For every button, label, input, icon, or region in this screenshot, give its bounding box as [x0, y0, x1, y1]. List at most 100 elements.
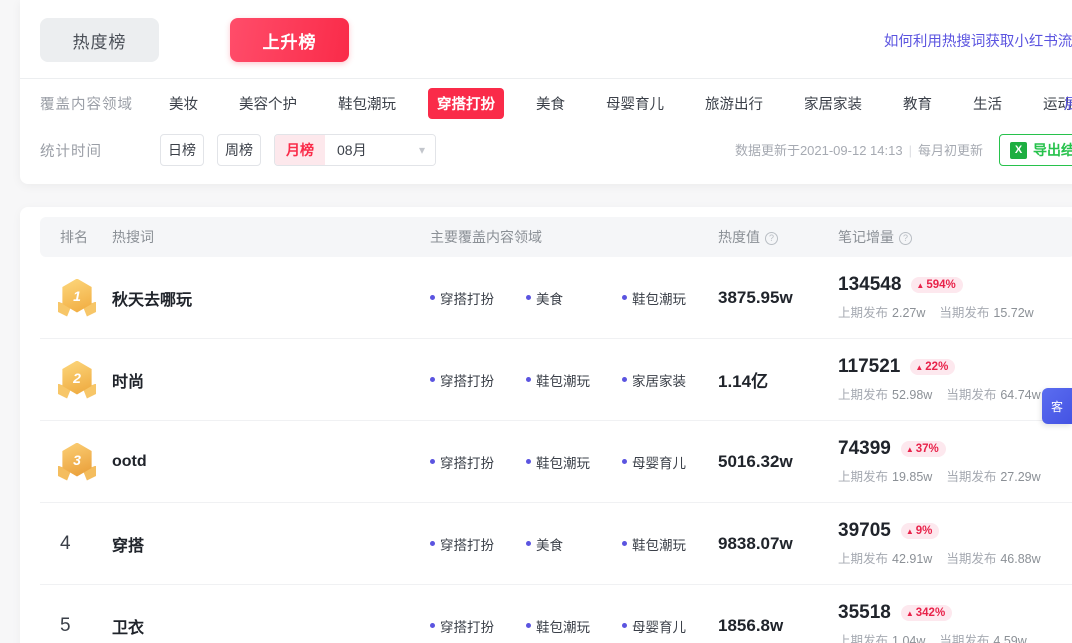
growth-percent: 342% — [916, 607, 945, 619]
tab-hot-ranking-label: 热度榜 — [73, 28, 127, 53]
bullet-icon — [622, 295, 627, 300]
keyword-cell[interactable]: ootd — [112, 453, 430, 471]
growth-badge: ▲9% — [901, 523, 940, 539]
tab-hot-ranking[interactable]: 热度榜 — [40, 18, 159, 62]
domain-tag: 鞋包潮玩 — [622, 534, 718, 554]
table-row[interactable]: 3ootd穿搭打扮鞋包潮玩母婴育儿5016.32w74399▲37%上期发布19… — [40, 421, 1072, 503]
domain-tag-label: 穿搭打扮 — [440, 370, 494, 390]
category-item-8[interactable]: 教育 — [894, 88, 941, 119]
domain-tags-cell: 穿搭打扮 鞋包潮玩家居家装 — [430, 370, 718, 390]
header-notes-label: 笔记增量 — [838, 229, 894, 245]
prev-period-value: 1.04w — [892, 634, 925, 643]
help-icon[interactable]: ? — [765, 232, 778, 245]
prev-period-value: 52.98w — [892, 388, 932, 402]
table-row[interactable]: 5卫衣穿搭打扮鞋包潮玩母婴育儿1856.8w35518▲342%上期发布1.04… — [40, 585, 1072, 643]
domain-tag-label: 家居家装 — [632, 370, 686, 390]
prev-period-label: 上期发布 — [838, 634, 888, 643]
daily-range-button[interactable]: 日榜 — [160, 134, 204, 166]
domain-tag: 鞋包潮玩 — [526, 370, 622, 390]
bullet-icon — [526, 623, 531, 628]
monthly-range-button[interactable]: 月榜 — [275, 134, 325, 166]
keyword-cell[interactable]: 穿搭 — [112, 532, 430, 556]
bullet-icon — [622, 377, 627, 382]
category-filter-label: 覆盖内容领域 — [40, 93, 160, 114]
category-item-5[interactable]: 母婴育儿 — [597, 88, 673, 119]
expand-categories-button[interactable]: 展开 — [1064, 93, 1072, 114]
bullet-icon — [622, 623, 627, 628]
category-item-4[interactable]: 美食 — [527, 88, 574, 119]
category-item-2[interactable]: 鞋包潮玩 — [329, 88, 405, 119]
floating-service-tab[interactable]: 客 — [1042, 388, 1072, 424]
bullet-icon — [526, 541, 531, 546]
bullet-icon — [622, 459, 627, 464]
notes-increment: 74399 — [838, 438, 891, 460]
domain-tags-cell: 穿搭打扮 美食鞋包潮玩 — [430, 534, 718, 554]
growth-percent: 594% — [926, 279, 955, 291]
curr-period-value: 27.29w — [1000, 470, 1040, 484]
curr-period-label: 当期发布 — [946, 552, 996, 566]
arrow-up-icon: ▲ — [906, 445, 914, 454]
curr-period-value: 64.74w — [1000, 388, 1040, 402]
heat-value: 1.14亿 — [718, 367, 838, 392]
keyword-cell[interactable]: 秋天去哪玩 — [112, 286, 430, 310]
bullet-icon — [430, 541, 435, 546]
curr-period-value: 4.59w — [993, 634, 1026, 643]
keyword-cell[interactable]: 时尚 — [112, 368, 430, 392]
arrow-up-icon: ▲ — [906, 609, 914, 618]
growth-percent: 37% — [916, 443, 939, 455]
excel-icon: X — [1010, 142, 1027, 159]
table-row[interactable]: 4穿搭穿搭打扮美食鞋包潮玩9838.07w39705▲9%上期发布42.91w当… — [40, 503, 1072, 585]
rank-cell: 5 — [40, 615, 112, 637]
update-timestamp: 数据更新于2021-09-12 14:13 — [735, 143, 903, 158]
growth-badge: ▲342% — [901, 605, 952, 621]
curr-period-label: 当期发布 — [939, 634, 989, 643]
notes-sub: 上期发布52.98w当期发布64.74w — [838, 384, 1072, 403]
category-item-9[interactable]: 生活 — [964, 88, 1011, 119]
domain-tag-label: 穿搭打扮 — [440, 534, 494, 554]
bullet-icon — [526, 295, 531, 300]
prev-period-label: 上期发布 — [838, 470, 888, 484]
export-button-label: 导出结果 — [1033, 140, 1072, 160]
keyword-cell[interactable]: 卫衣 — [112, 614, 430, 638]
weekly-range-button[interactable]: 周榜 — [217, 134, 261, 166]
domain-tag-label: 鞋包潮玩 — [632, 534, 686, 554]
category-item-6[interactable]: 旅游出行 — [696, 88, 772, 119]
rank-cell: 2 — [40, 361, 112, 399]
arrow-up-icon: ▲ — [915, 363, 923, 372]
bullet-icon — [430, 459, 435, 464]
notes-top: 35518▲342% — [838, 602, 1072, 624]
domain-tag: 美食 — [526, 534, 622, 554]
month-select[interactable]: 08月 ▾ — [325, 134, 435, 166]
category-item-3[interactable]: 穿搭打扮 — [428, 88, 504, 119]
category-item-1[interactable]: 美容个护 — [230, 88, 306, 119]
bullet-icon — [526, 459, 531, 464]
export-button[interactable]: X 导出结果 — [999, 134, 1072, 166]
category-list: 美妆美容个护鞋包潮玩穿搭打扮美食母婴育儿旅游出行家居家装教育生活运动健身兴趣爱好 — [160, 88, 1072, 119]
help-link[interactable]: 如何利用热搜词获取小红书流量? — [884, 30, 1072, 51]
notes-sub: 上期发布19.85w当期发布27.29w — [838, 466, 1072, 485]
rank-number: 4 — [60, 533, 71, 555]
domain-tag: 穿搭打扮 — [430, 534, 526, 554]
table-row[interactable]: 2时尚穿搭打扮鞋包潮玩家居家装1.14亿117521▲22%上期发布52.98w… — [40, 339, 1072, 421]
update-frequency: 每月初更新 — [918, 143, 983, 158]
table-row[interactable]: 1秋天去哪玩穿搭打扮美食鞋包潮玩3875.95w134548▲594%上期发布2… — [40, 257, 1072, 339]
bullet-icon — [430, 623, 435, 628]
domain-tag-label: 穿搭打扮 — [440, 616, 494, 636]
bullet-icon — [430, 295, 435, 300]
filter-card: 热度榜 上升榜 如何利用热搜词获取小红书流量? 覆盖内容领域 美妆美容个护鞋包潮… — [20, 0, 1072, 184]
domain-tag-label: 鞋包潮玩 — [536, 616, 590, 636]
category-item-0[interactable]: 美妆 — [160, 88, 207, 119]
page-root: 热度榜 上升榜 如何利用热搜词获取小红书流量? 覆盖内容领域 美妆美容个护鞋包潮… — [0, 0, 1072, 643]
medal-icon: 2 — [60, 361, 94, 399]
tab-rising-ranking[interactable]: 上升榜 — [230, 18, 349, 62]
update-separator: | — [909, 143, 912, 158]
rank-number: 5 — [60, 615, 71, 637]
notes-growth-cell: 117521▲22%上期发布52.98w当期发布64.74w — [838, 356, 1072, 403]
help-icon[interactable]: ? — [899, 232, 912, 245]
curr-period-label: 当期发布 — [946, 470, 996, 484]
category-item-7[interactable]: 家居家装 — [795, 88, 871, 119]
curr-period-label: 当期发布 — [939, 306, 989, 320]
growth-percent: 9% — [916, 525, 933, 537]
domain-tag: 穿搭打扮 — [430, 288, 526, 308]
growth-percent: 22% — [925, 361, 948, 373]
